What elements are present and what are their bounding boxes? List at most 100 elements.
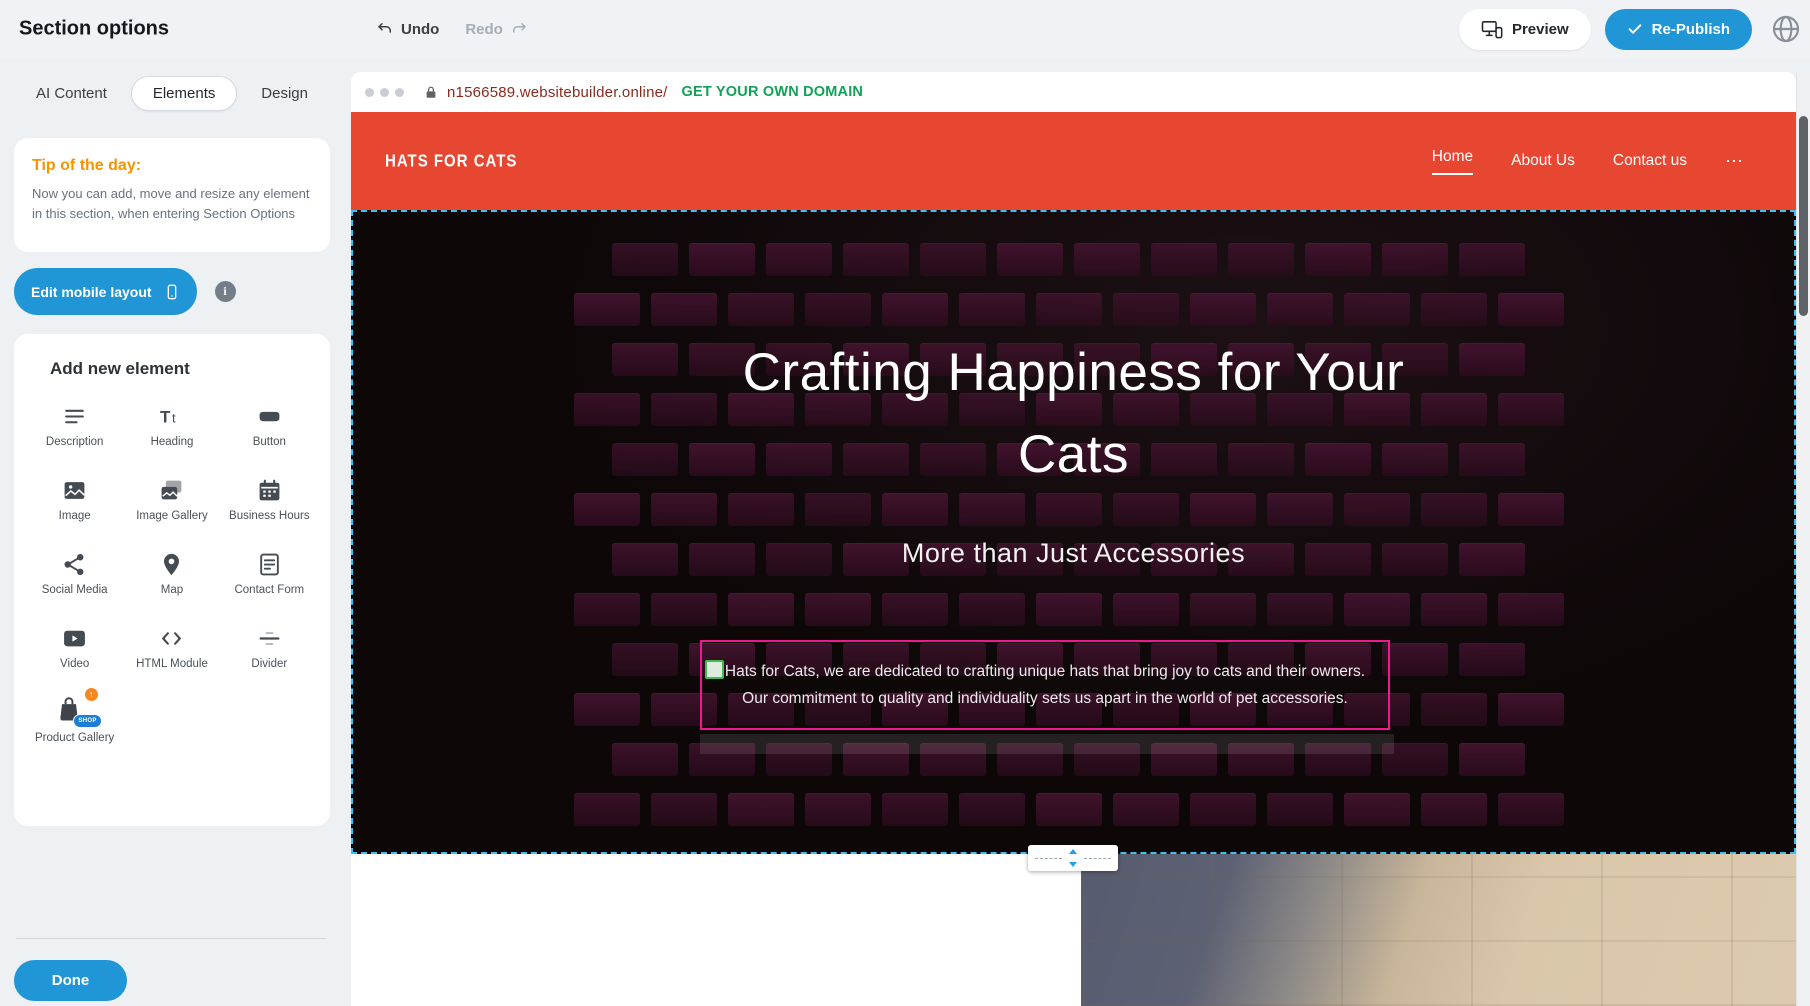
hero-heading[interactable]: Crafting Happiness for Your Cats <box>719 332 1429 496</box>
wall-tile <box>651 393 717 426</box>
language-globe-button[interactable] <box>1766 9 1806 49</box>
wall-tile <box>1113 293 1179 326</box>
element-image[interactable]: Image <box>29 475 121 524</box>
republish-button[interactable]: Re-Publish <box>1605 9 1752 50</box>
resize-handle[interactable] <box>705 660 724 679</box>
nav-contact-us[interactable]: Contact us <box>1613 152 1687 170</box>
hero-section[interactable]: Crafting Happiness for Your Cats More th… <box>351 210 1796 854</box>
element-label: Image <box>59 509 91 524</box>
scrollbar-track[interactable] <box>1796 72 1810 1006</box>
wall-tile <box>612 643 678 676</box>
selected-paragraph-element[interactable]: Hats for Cats, we are dedicated to craft… <box>700 640 1390 730</box>
page-title: Section options <box>19 18 169 41</box>
site-nav: Home About Us Contact us ⋯ <box>1432 148 1744 175</box>
tab-ai-content[interactable]: AI Content <box>34 77 109 110</box>
wall-tile <box>574 393 640 426</box>
section-resize-handle[interactable] <box>1028 845 1118 871</box>
site-logo[interactable]: HATS FOR CATS <box>385 151 517 171</box>
wall-tile <box>1190 493 1256 526</box>
info-icon[interactable]: i <box>215 281 236 302</box>
wall-tile <box>1421 293 1487 326</box>
wall-tile <box>651 293 717 326</box>
wall-tile <box>1459 643 1525 676</box>
element-product-gallery[interactable]: ↑ SHOP Product Gallery <box>29 697 121 746</box>
wall-tile <box>959 593 1025 626</box>
wall-tile <box>1190 593 1256 626</box>
redo-button[interactable]: Redo <box>465 20 528 38</box>
next-section-photo[interactable] <box>1081 854 1796 1006</box>
html-module-icon <box>159 623 184 651</box>
element-image-gallery[interactable]: Image Gallery <box>126 475 218 524</box>
video-icon <box>62 623 87 651</box>
image-gallery-icon <box>159 475 184 503</box>
hero-subheading[interactable]: More than Just Accessories <box>353 538 1794 569</box>
nav-about-us[interactable]: About Us <box>1511 152 1575 170</box>
element-video[interactable]: Video <box>29 623 121 672</box>
image-icon <box>62 475 87 503</box>
wall-tile <box>1421 393 1487 426</box>
wall-tile <box>1459 343 1525 376</box>
element-html-module[interactable]: HTML Module <box>126 623 218 672</box>
wall-tile <box>651 493 717 526</box>
wall-tile <box>574 693 640 726</box>
element-button[interactable]: Button <box>223 401 315 450</box>
description-icon <box>62 401 87 429</box>
nav-home[interactable]: Home <box>1432 148 1473 175</box>
get-your-own-domain-link[interactable]: GET YOUR OWN DOMAIN <box>682 84 864 100</box>
undo-button[interactable]: Undo <box>376 20 439 38</box>
wall-tile <box>728 593 794 626</box>
hero-paragraph[interactable]: Hats for Cats, we are dedicated to craft… <box>702 658 1388 712</box>
element-divider[interactable]: Divider <box>223 623 315 672</box>
tab-elements[interactable]: Elements <box>131 76 238 111</box>
wall-tile <box>1036 493 1102 526</box>
wall-tile <box>612 343 678 376</box>
wall-tile <box>1113 793 1179 826</box>
tile-row <box>574 293 1536 326</box>
wall-tile <box>805 793 871 826</box>
wall-tile <box>1074 243 1140 276</box>
upgrade-badge-icon: ↑ <box>85 688 98 701</box>
svg-text:t: t <box>172 411 176 426</box>
redo-label: Redo <box>465 21 503 38</box>
tab-design[interactable]: Design <box>259 77 310 110</box>
element-label: Social Media <box>42 583 108 598</box>
element-label: Button <box>253 435 286 450</box>
element-contact-form[interactable]: Contact Form <box>223 549 315 598</box>
redo-icon <box>510 20 528 38</box>
element-label: Image Gallery <box>136 509 208 524</box>
element-label: Map <box>161 583 183 598</box>
element-map[interactable]: Map <box>126 549 218 598</box>
element-label: Contact Form <box>234 583 304 598</box>
undo-icon <box>376 20 394 38</box>
element-grid: Description Tt Heading Button Image Imag… <box>14 401 330 746</box>
wall-tile <box>1036 293 1102 326</box>
preview-button[interactable]: Preview <box>1459 9 1591 50</box>
wall-tile <box>1421 693 1487 726</box>
wall-tile <box>882 293 948 326</box>
element-heading[interactable]: Tt Heading <box>126 401 218 450</box>
scrollbar-thumb[interactable] <box>1799 116 1808 316</box>
site-url: n1566589.websitebuilder.online/ <box>447 84 668 101</box>
product-gallery-icon: ↑ SHOP <box>56 697 94 725</box>
nav-more-icon[interactable]: ⋯ <box>1725 151 1744 172</box>
wall-tile <box>612 743 678 776</box>
done-button[interactable]: Done <box>14 960 127 1001</box>
tip-of-the-day-card: Tip of the day: Now you can add, move an… <box>14 138 330 252</box>
element-description[interactable]: Description <box>29 401 121 450</box>
add-new-element-panel: Add new element Description Tt Heading B… <box>14 334 330 826</box>
next-section-blank[interactable] <box>351 854 1081 1006</box>
wall-tile <box>959 793 1025 826</box>
element-social-media[interactable]: Social Media <box>29 549 121 598</box>
tip-title: Tip of the day: <box>32 157 312 175</box>
element-label: HTML Module <box>136 657 208 672</box>
element-business-hours[interactable]: Business Hours <box>223 475 315 524</box>
window-dot <box>395 88 404 97</box>
svg-text:T: T <box>160 408 171 427</box>
edit-mobile-layout-button[interactable]: Edit mobile layout <box>14 268 197 315</box>
sidebar-divider <box>16 938 326 939</box>
wall-tile <box>574 493 640 526</box>
tile-row <box>612 243 1536 276</box>
tile-row <box>574 593 1536 626</box>
top-toolbar: Section options Undo Redo Preview Re-P <box>0 0 1810 58</box>
wall-tile <box>882 593 948 626</box>
